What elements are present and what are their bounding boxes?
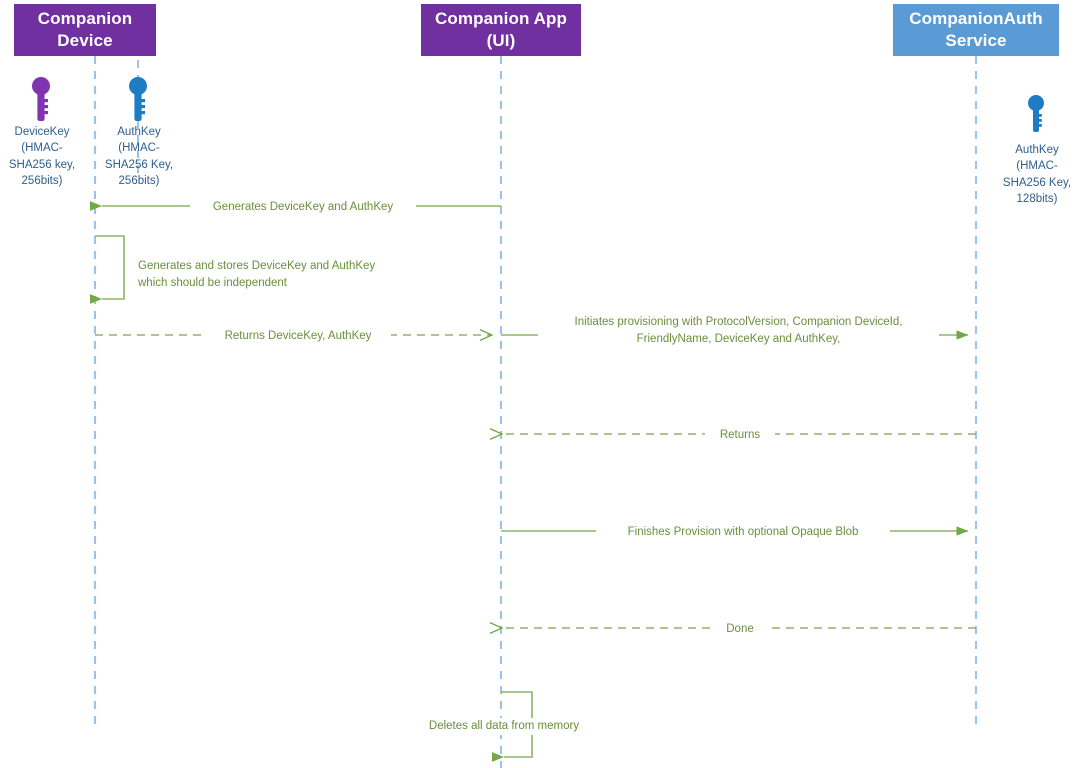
message-label-m7: Done [713,621,767,638]
key-icon-auth-key-service [1028,95,1044,132]
key-label-auth-key-device: AuthKey (HMAC- SHA256 Key, 256bits) [104,126,174,187]
key-label-auth-key-service: AuthKey (HMAC- SHA256 Key, 128bits) [1002,144,1072,205]
message-label-m1: Generates DeviceKey and AuthKey [190,199,416,216]
message-arrow-m2[interactable] [89,235,125,304]
message-label-m8: Deletes all data from memory [406,718,602,735]
message-label-m6: Finishes Provision with optional Opaque … [596,524,890,541]
message-label-m4: Initiates provisioning with ProtocolVers… [538,314,939,348]
lifelines [93,56,978,768]
key-icon-auth-key-device [129,77,147,121]
message-label-m5: Returns [705,427,775,444]
message-label-m2: Generates and stores DeviceKey and AuthK… [135,258,431,292]
sequence-diagram-canvas: Companion Device Companion App (UI) Comp… [0,0,1087,768]
key-icon-device-key [32,77,50,121]
key-label-device-key: DeviceKey (HMAC- SHA256 key, 256bits) [8,126,76,187]
message-label-m3: Returns DeviceKey, AuthKey [205,328,391,345]
diagram-vector-layer [32,56,1044,768]
